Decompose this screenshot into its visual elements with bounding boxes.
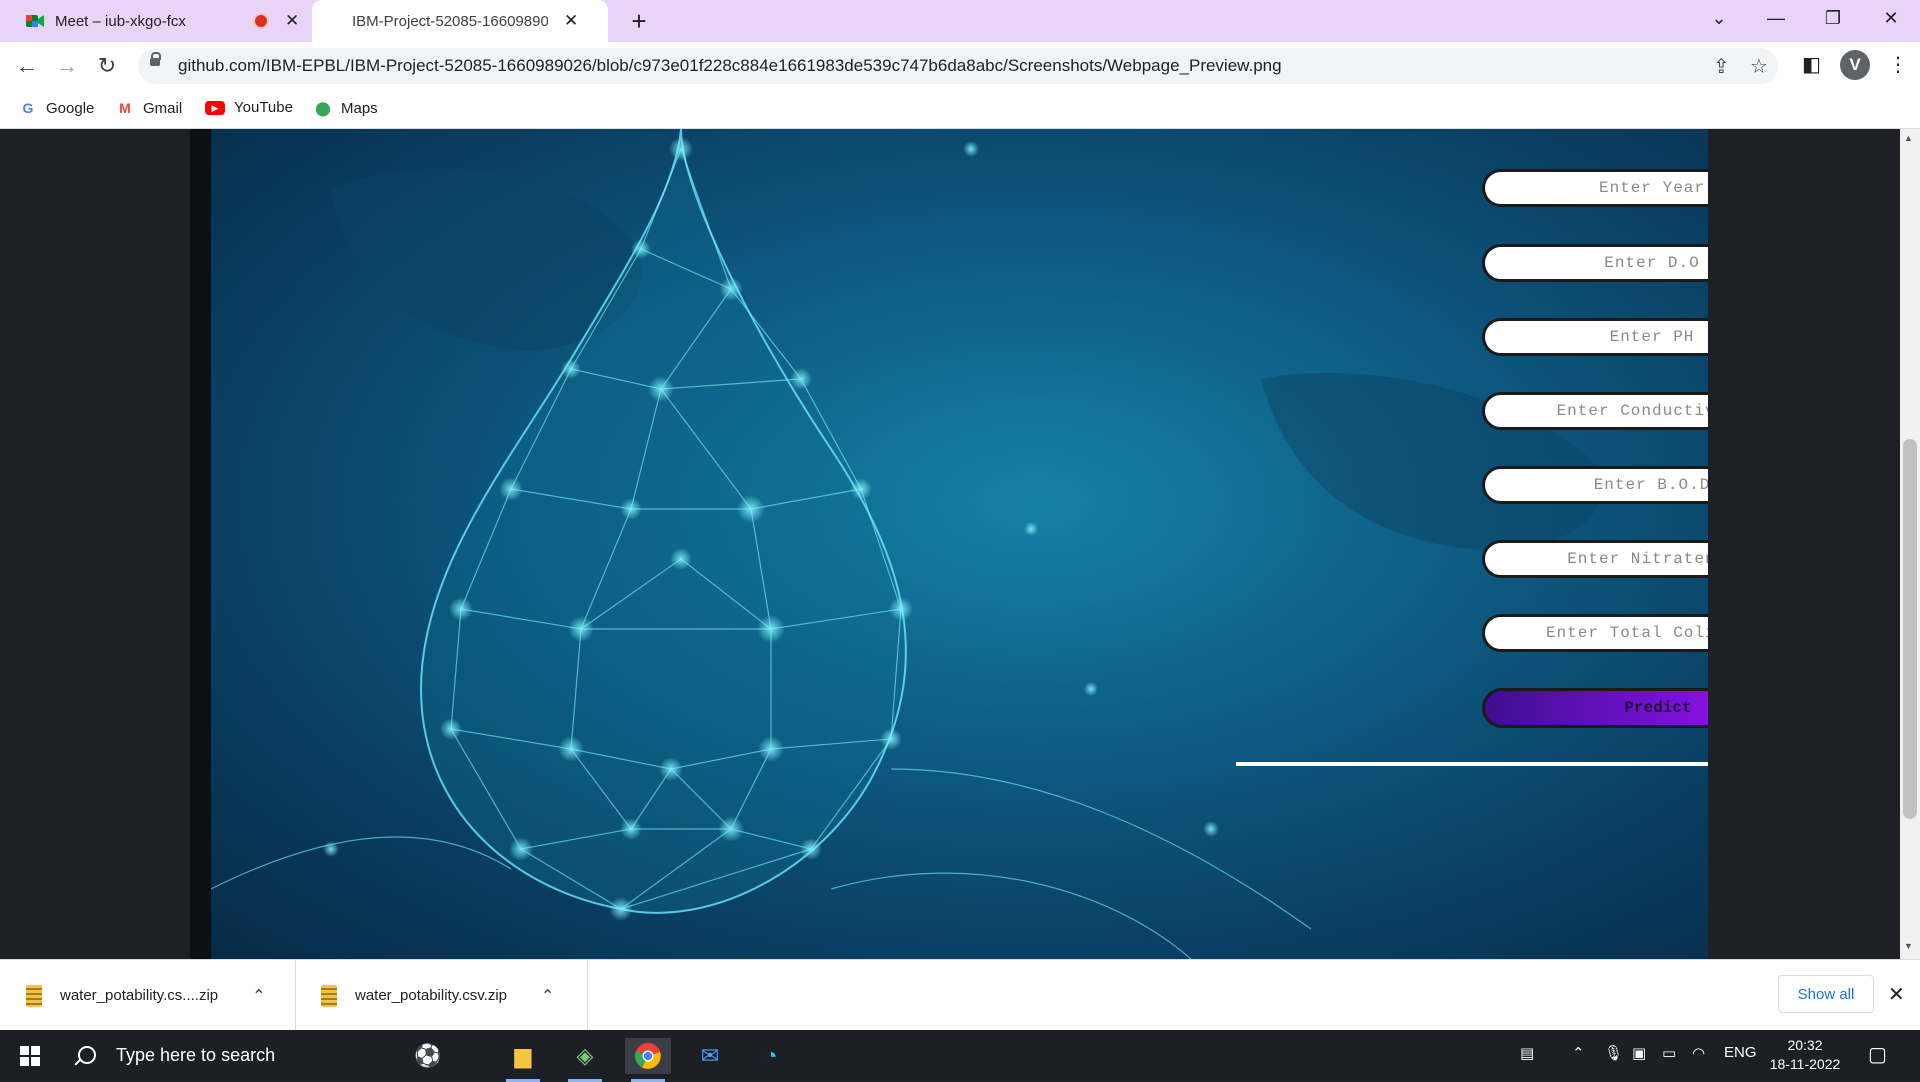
lock-icon xyxy=(150,52,161,66)
new-tab-button[interactable]: + xyxy=(624,6,654,36)
mail-icon[interactable]: ✉ xyxy=(687,1038,733,1074)
zip-file-icon xyxy=(321,984,337,1007)
chevron-up-icon[interactable]: ⌃ xyxy=(252,986,265,1006)
close-window-button[interactable]: ✕ xyxy=(1871,8,1911,29)
predict-button: Predict xyxy=(1482,688,1708,728)
bookmark-google[interactable]: G Google xyxy=(19,99,95,117)
bookmarks-bar: G Google M Gmail ▶ YouTube ⬤ Maps xyxy=(0,90,1920,129)
file-explorer-icon[interactable]: ▆ xyxy=(500,1038,546,1082)
tab-title: IBM-Project-52085-1660989026/ xyxy=(352,12,548,30)
result-divider xyxy=(1236,762,1708,766)
close-tab-icon[interactable]: ✕ xyxy=(564,11,578,31)
search-placeholder: Type here to search xyxy=(116,1044,276,1065)
close-tab-icon[interactable]: ✕ xyxy=(285,11,299,31)
meet-present-icon[interactable]: ▣ xyxy=(1632,1044,1646,1062)
webpage-preview-image: Enter Year Enter D.O Enter PH Enter Cond… xyxy=(211,129,1708,959)
conductivity-input: Enter Conductivity xyxy=(1482,392,1708,430)
zip-file-icon xyxy=(26,984,42,1007)
forward-button[interactable]: → xyxy=(52,51,82,81)
google-meet-icon xyxy=(26,15,44,27)
url-text: github.com/IBM-EPBL/IBM-Project-52085-16… xyxy=(178,56,1282,75)
bookmark-label: YouTube xyxy=(234,99,293,116)
news-widget-icon[interactable]: ▤ xyxy=(1520,1044,1534,1062)
bookmark-label: Google xyxy=(46,99,95,117)
bookmark-star-icon[interactable]: ☆ xyxy=(1750,54,1768,79)
gmail-icon: M xyxy=(119,100,131,116)
chevron-up-icon[interactable]: ⌃ xyxy=(541,986,554,1006)
share-icon[interactable]: ⇪ xyxy=(1713,54,1730,79)
bod-input: Enter B.O.D xyxy=(1482,466,1708,504)
bookmark-label: Gmail xyxy=(143,99,183,117)
clock-time: 20:32 xyxy=(1787,1037,1823,1053)
language-indicator[interactable]: ENG xyxy=(1724,1044,1757,1061)
minimize-button[interactable]: — xyxy=(1756,8,1796,29)
tab-title: Meet – iub-xkgo-fcx xyxy=(55,12,186,30)
address-bar[interactable]: github.com/IBM-EPBL/IBM-Project-52085-16… xyxy=(138,48,1778,84)
taskbar-search[interactable]: Type here to search xyxy=(62,1030,275,1080)
tab-github-preview[interactable]: IBM-Project-52085-1660989026/ ✕ xyxy=(312,0,608,42)
maps-icon: ⬤ xyxy=(315,100,331,116)
youtube-icon: ▶ xyxy=(205,100,225,115)
show-all-button[interactable]: Show all xyxy=(1778,975,1874,1013)
recording-indicator-icon xyxy=(253,13,269,29)
download-item[interactable]: water_potability.cs....zip ⌃ xyxy=(0,960,296,1031)
bookmark-label: Maps xyxy=(341,99,378,117)
download-filename: water_potability.cs....zip xyxy=(60,987,219,1004)
back-button[interactable]: ← xyxy=(12,51,42,81)
page-scrollbar[interactable]: ▲ ▼ xyxy=(1900,129,1920,959)
nitratenen-input: Enter Nitratenen xyxy=(1482,540,1708,578)
download-filename: water_potability.csv.zip xyxy=(355,987,508,1004)
image-viewer: Enter Year Enter D.O Enter PH Enter Cond… xyxy=(0,129,1900,959)
browser-toolbar: ← → ↻ github.com/IBM-EPBL/IBM-Project-52… xyxy=(0,42,1920,90)
chrome-icon[interactable] xyxy=(625,1038,671,1082)
restore-button[interactable]: ❐ xyxy=(1813,8,1853,29)
bookmark-gmail[interactable]: M Gmail xyxy=(116,99,182,117)
scroll-down-icon[interactable]: ▼ xyxy=(1904,941,1913,951)
tab-search-chevron-icon[interactable]: ⌄ xyxy=(1699,8,1739,29)
menu-kebab-icon[interactable]: ⋮ xyxy=(1888,52,1908,77)
edge-icon[interactable]: ◔ xyxy=(748,1038,794,1074)
bookmark-youtube[interactable]: ▶ YouTube xyxy=(205,99,293,116)
scrollbar-thumb[interactable] xyxy=(1903,439,1917,819)
scroll-up-icon[interactable]: ▲ xyxy=(1904,133,1913,143)
widgets-icon[interactable]: ⚽ xyxy=(405,1038,451,1074)
close-downloads-icon[interactable]: ✕ xyxy=(1888,982,1905,1007)
veeam-app-icon[interactable]: ◈ xyxy=(562,1038,608,1082)
microphone-icon[interactable]: 🎙 xyxy=(1604,1044,1623,1062)
notifications-icon[interactable]: ▢ xyxy=(1868,1042,1887,1067)
tab-meet[interactable]: Meet – iub-xkgo-fcx ✕ xyxy=(0,0,308,42)
windows-start-icon[interactable] xyxy=(20,1046,40,1066)
chrome-logo xyxy=(635,1043,661,1069)
downloads-bar: water_potability.cs....zip ⌃ water_potab… xyxy=(0,959,1920,1031)
search-icon xyxy=(78,1046,96,1064)
reload-button[interactable]: ↻ xyxy=(92,51,122,81)
download-item[interactable]: water_potability.csv.zip ⌃ xyxy=(295,960,588,1031)
total-coliform-input: Enter Total Coliform xyxy=(1482,614,1708,652)
chevron-up-icon[interactable]: ⌃ xyxy=(1572,1044,1585,1062)
windows-taskbar: Type here to search ⚽ ▆ ◈ ✉ ◔ ▤ ⌃ 🎙 ▣ ▭ … xyxy=(0,1030,1920,1082)
bookmark-maps[interactable]: ⬤ Maps xyxy=(314,99,378,117)
taskbar-clock[interactable]: 20:32 18-11-2022 xyxy=(1762,1036,1848,1074)
clock-date: 18-11-2022 xyxy=(1769,1056,1841,1072)
battery-icon[interactable]: ▭ xyxy=(1662,1044,1676,1062)
profile-avatar[interactable]: V xyxy=(1840,50,1870,80)
google-icon: G xyxy=(22,100,34,116)
ph-input: Enter PH xyxy=(1482,318,1708,356)
tab-strip: Meet – iub-xkgo-fcx ✕ IBM-Project-52085-… xyxy=(0,0,1920,42)
side-panel-icon[interactable]: ◧ xyxy=(1802,52,1821,77)
do-input: Enter D.O xyxy=(1482,244,1708,282)
year-input: Enter Year xyxy=(1482,169,1708,207)
wifi-icon[interactable]: ◠ xyxy=(1692,1044,1705,1062)
